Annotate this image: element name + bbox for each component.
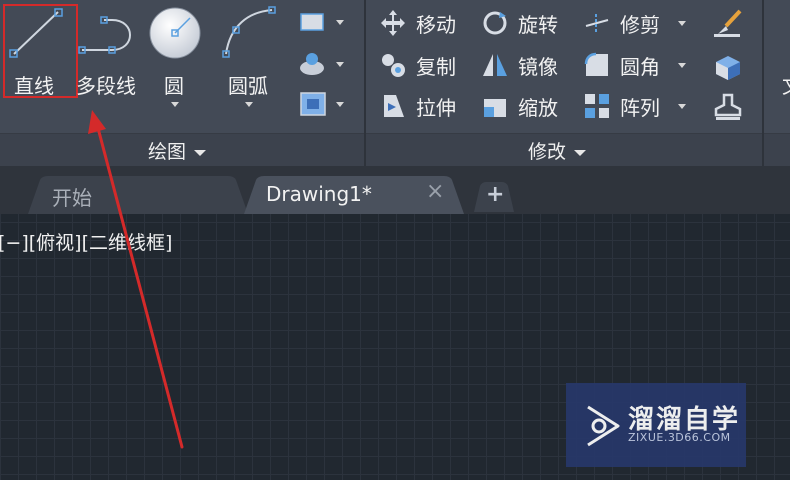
- move-button[interactable]: 移动: [378, 8, 456, 38]
- rotate-label: 旋转: [518, 12, 558, 37]
- move-label: 移动: [416, 12, 456, 37]
- tab-start[interactable]: 开始: [28, 174, 250, 214]
- chevron-down-icon[interactable]: [336, 102, 344, 107]
- tab-drawing1-label: Drawing1*: [266, 182, 372, 206]
- array-label: 阵列: [620, 95, 660, 120]
- solid-button[interactable]: [712, 50, 746, 82]
- copy-button[interactable]: 复制: [378, 50, 456, 80]
- hatch-tool-button[interactable]: [298, 50, 348, 78]
- arc-tool-button[interactable]: 圆弧: [216, 2, 282, 112]
- array-icon: [585, 94, 609, 118]
- chevron-down-icon[interactable]: [171, 102, 179, 107]
- modify-panel-title-text: 修改: [528, 141, 567, 163]
- chevron-down-icon[interactable]: [678, 103, 686, 109]
- arc-tool-label: 圆弧: [228, 74, 268, 98]
- close-icon[interactable]: ×: [426, 179, 444, 204]
- scale-label: 缩放: [518, 95, 558, 120]
- trim-button[interactable]: 修剪: [582, 8, 686, 38]
- rotate-icon: [483, 11, 507, 35]
- chevron-down-icon: [574, 149, 587, 156]
- stretch-label: 拉伸: [416, 95, 456, 120]
- fillet-label: 圆角: [620, 54, 660, 79]
- circle-tool-label: 圆: [164, 74, 184, 98]
- play-logo-icon: [587, 405, 620, 447]
- stretch-icon: [384, 95, 404, 117]
- next-panel-titlebar: [764, 133, 790, 167]
- trim-label: 修剪: [620, 12, 660, 37]
- mirror-button[interactable]: 镜像: [480, 50, 558, 80]
- draw-panel-title-text: 绘图: [148, 141, 187, 163]
- chevron-down-icon[interactable]: [336, 62, 344, 67]
- hatch-icon: [300, 53, 324, 75]
- copy-icon: [382, 54, 405, 77]
- clipped-ribbon-label: 文: [782, 70, 790, 99]
- region-tool-button[interactable]: [298, 90, 348, 118]
- draw-panel-title[interactable]: 绘图: [148, 137, 207, 164]
- move-icon: [381, 10, 405, 36]
- array-button[interactable]: 阵列: [582, 91, 686, 121]
- stamp-icon: [714, 93, 742, 120]
- tab-start-label: 开始: [52, 186, 92, 210]
- plus-icon: +: [486, 182, 505, 207]
- mirror-label: 镜像: [518, 54, 558, 79]
- chevron-down-icon[interactable]: [678, 20, 686, 26]
- match-properties-icon: [714, 9, 742, 37]
- polyline-icon: [78, 16, 131, 54]
- fillet-button[interactable]: 圆角: [582, 50, 686, 80]
- trim-icon: [585, 14, 609, 32]
- modify-panel-title[interactable]: 修改: [528, 137, 587, 164]
- rectangle-tool-button[interactable]: [298, 10, 348, 36]
- tab-drawing1[interactable]: Drawing1* ×: [244, 174, 466, 214]
- stamp-button[interactable]: [712, 91, 746, 123]
- chevron-down-icon[interactable]: [336, 20, 344, 25]
- circle-tool-button[interactable]: 圆: [146, 2, 204, 112]
- copy-label: 复制: [416, 54, 456, 79]
- solid-icon: [716, 56, 740, 80]
- stretch-button[interactable]: 拉伸: [378, 91, 456, 121]
- rectangle-icon: [300, 13, 324, 31]
- rotate-button[interactable]: 旋转: [480, 8, 558, 38]
- polyline-tool-button[interactable]: 多段线: [76, 2, 146, 98]
- viewport-controls[interactable]: [−][俯视][二维线框]: [0, 228, 172, 255]
- tab-add[interactable]: +: [474, 180, 514, 212]
- chevron-down-icon[interactable]: [678, 62, 686, 68]
- circle-icon: [149, 7, 201, 59]
- scale-button[interactable]: 缩放: [480, 91, 558, 121]
- mirror-icon: [483, 54, 507, 76]
- match-properties-button[interactable]: [712, 8, 746, 40]
- chevron-down-icon[interactable]: [245, 102, 253, 107]
- chevron-down-icon: [194, 149, 207, 156]
- fillet-icon: [584, 52, 608, 76]
- scale-icon: [484, 99, 506, 117]
- watermark: 溜溜自学 ZIXUE.3D66.COM: [566, 383, 746, 467]
- region-icon: [300, 92, 326, 116]
- polyline-tool-label: 多段线: [76, 74, 136, 98]
- watermark-subtitle: ZIXUE.3D66.COM: [628, 431, 731, 444]
- highlight-box: [3, 4, 78, 98]
- arc-icon: [222, 6, 276, 58]
